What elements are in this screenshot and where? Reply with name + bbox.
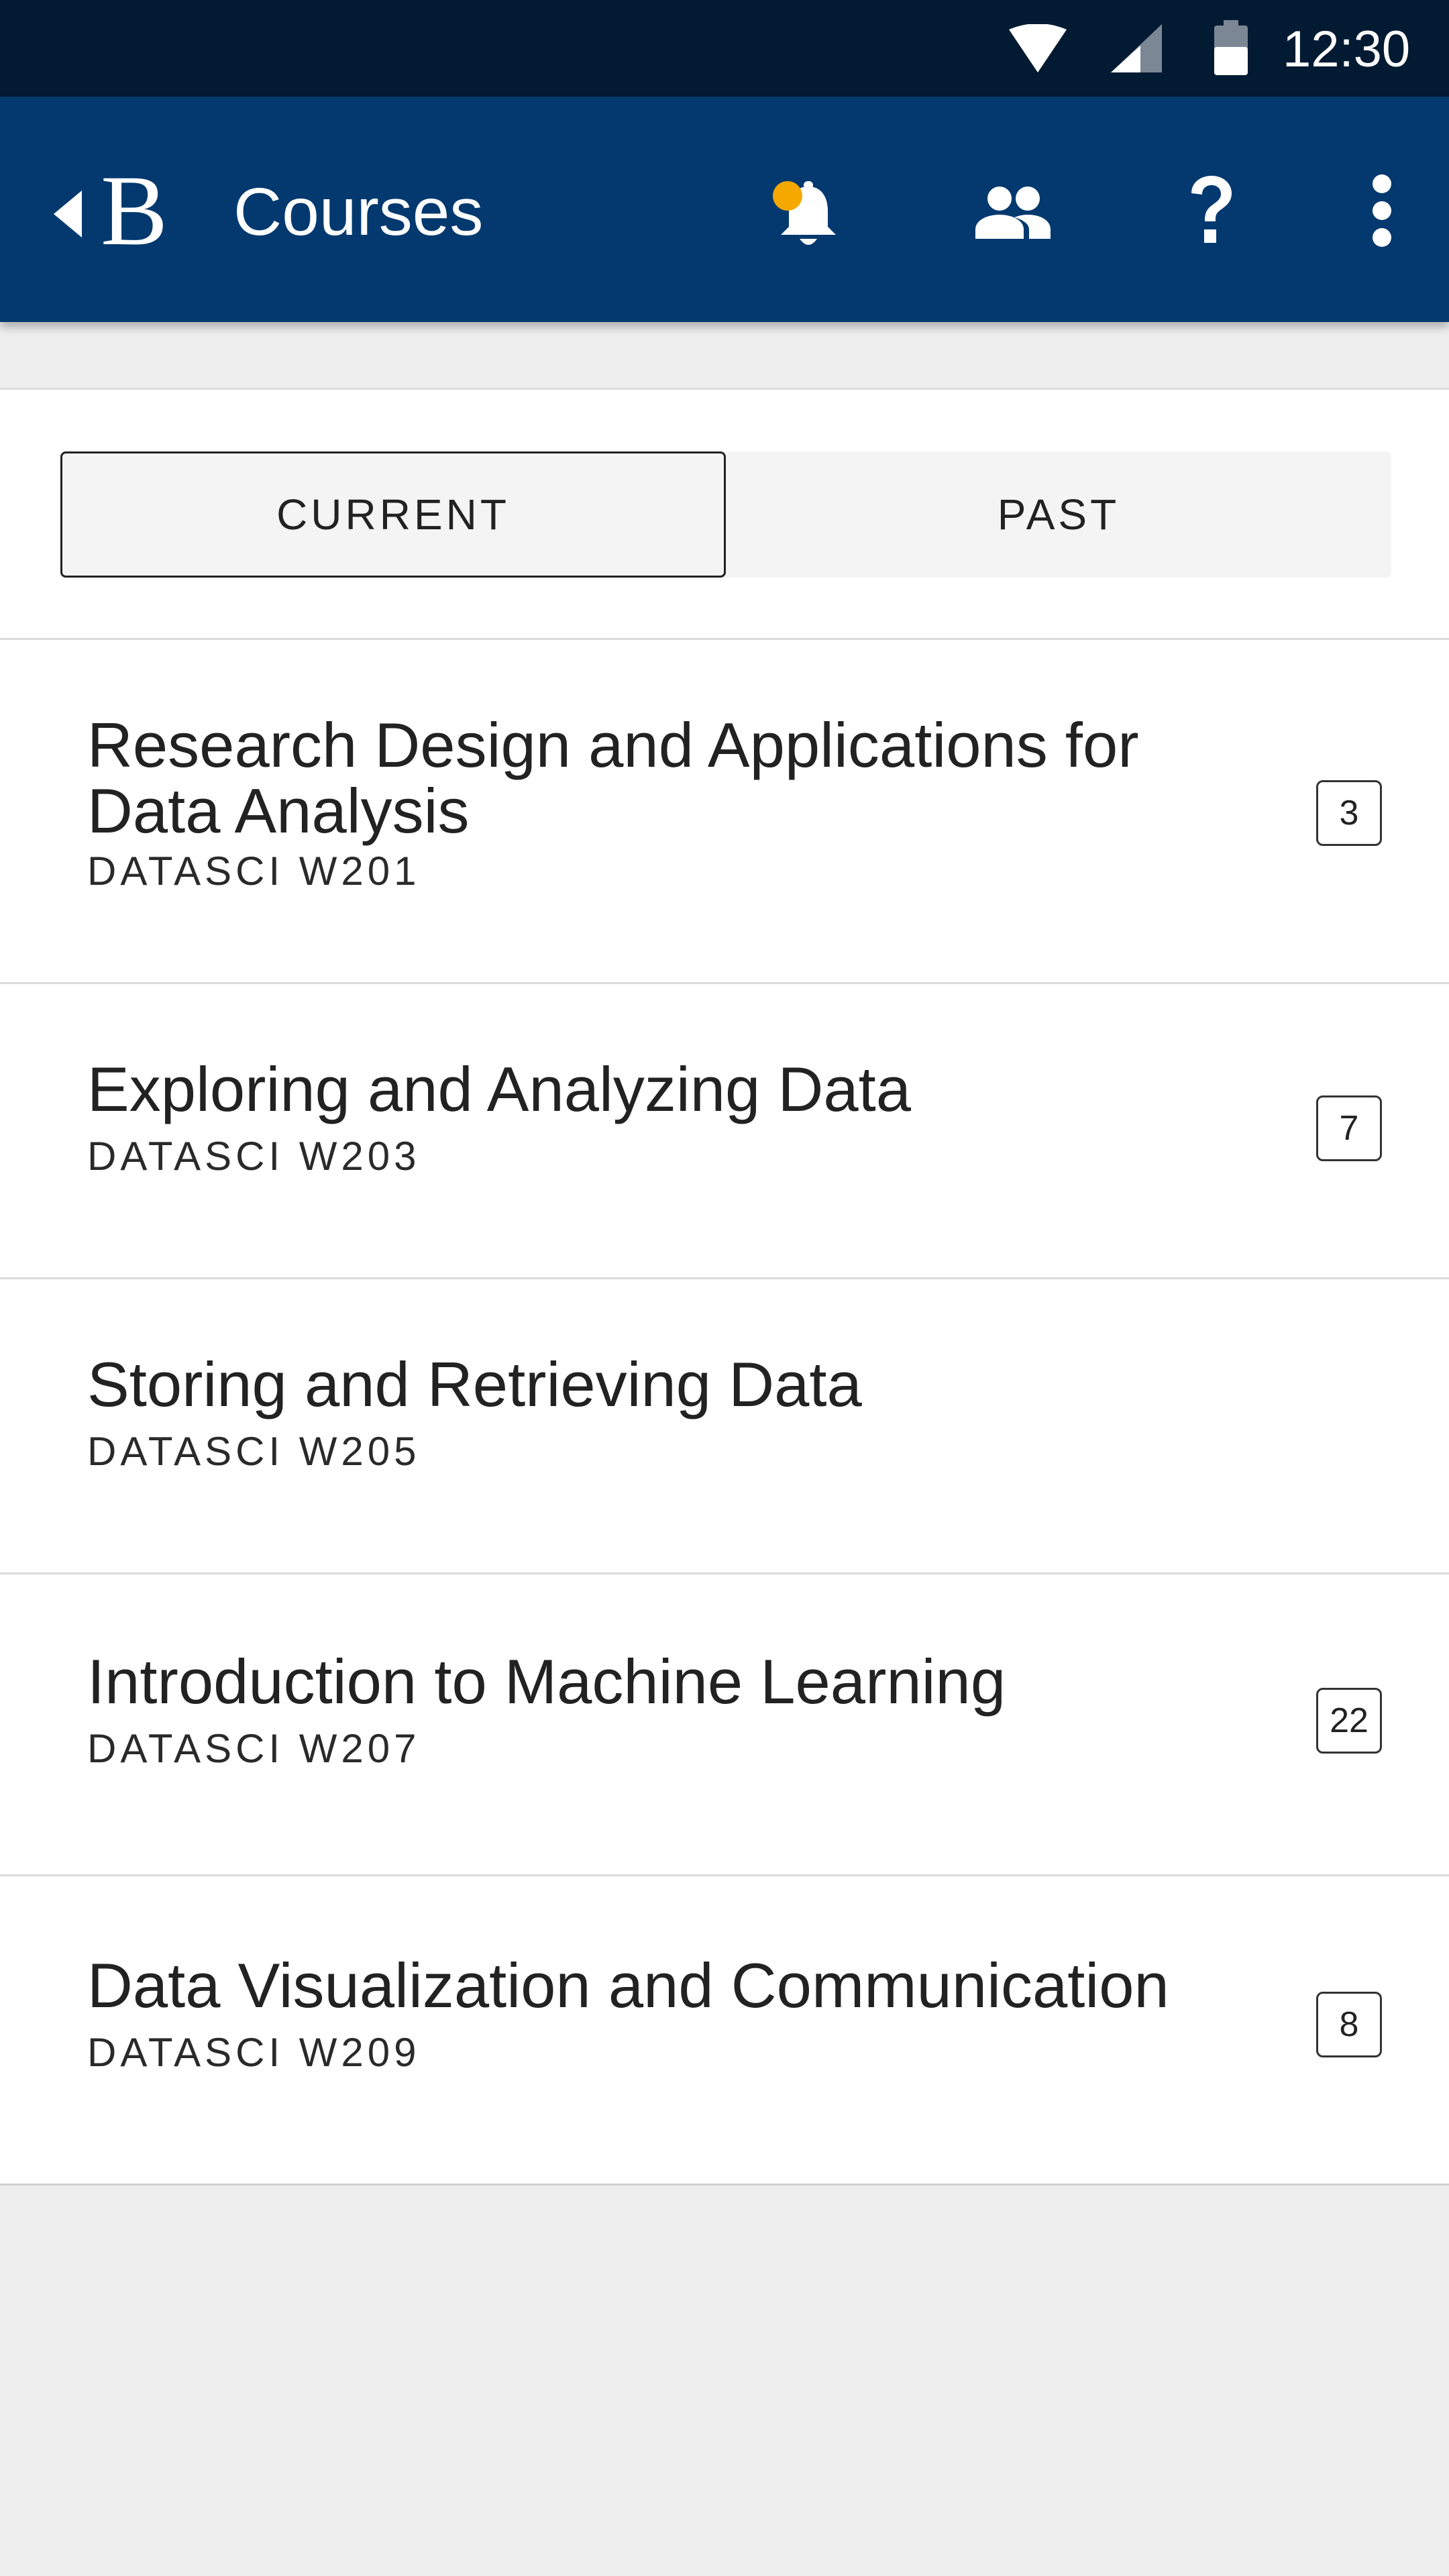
status-bar: 12:30 [0, 0, 1449, 97]
course-code: DATASCI W207 [87, 1726, 421, 1771]
course-item[interactable]: Storing and Retrieving Data DATASCI W205 [0, 1279, 1449, 1572]
status-time: 12:30 [1283, 21, 1411, 78]
course-code: DATASCI W203 [87, 1134, 421, 1179]
battery-icon [1214, 20, 1248, 75]
course-tabs: CURRENT PAST [60, 451, 1391, 578]
app-bar: B Courses [0, 97, 1449, 322]
course-item[interactable]: Data Visualization and Communication DAT… [0, 1876, 1449, 2185]
tab-past[interactable]: PAST [726, 451, 1391, 578]
notifications-button[interactable] [758, 164, 859, 258]
more-options-button[interactable] [1348, 164, 1415, 258]
back-button[interactable]: B [47, 155, 181, 266]
help-icon [1191, 176, 1232, 243]
help-button[interactable] [1167, 164, 1254, 258]
course-item[interactable]: Exploring and Analyzing Data DATASCI W20… [0, 984, 1449, 1277]
course-title: Research Design and Applications for Dat… [87, 710, 1139, 846]
count-badge: 22 [1316, 1688, 1382, 1754]
course-title: Data Visualization and Communication [87, 1950, 1169, 2021]
course-item[interactable]: Introduction to Machine Learning DATASCI… [0, 1574, 1449, 1874]
header-gap [0, 322, 1449, 389]
people-button[interactable] [959, 164, 1067, 258]
count-badge: 3 [1316, 780, 1382, 846]
count-badge: 8 [1316, 1992, 1382, 2057]
courses-card: CURRENT PAST Research Design and Applica… [0, 388, 1449, 2186]
course-code: DATASCI W201 [87, 849, 421, 894]
notifications-icon [773, 181, 836, 245]
course-title: Introduction to Machine Learning [87, 1646, 1006, 1717]
course-item[interactable]: Research Design and Applications for Dat… [0, 640, 1449, 982]
tab-current[interactable]: CURRENT [60, 451, 726, 578]
count-badge: 7 [1316, 1095, 1382, 1161]
back-arrow-icon [54, 191, 82, 237]
course-code: DATASCI W205 [87, 1429, 421, 1474]
course-title: Exploring and Analyzing Data [87, 1054, 912, 1124]
logo-letter: B [101, 155, 168, 266]
wifi-icon [1009, 24, 1067, 72]
page-title: Courses [233, 174, 484, 250]
cell-signal-icon [1111, 24, 1162, 72]
more-vert-icon [1373, 174, 1391, 247]
course-title: Storing and Retrieving Data [87, 1349, 862, 1419]
course-code: DATASCI W209 [87, 2030, 421, 2075]
people-icon [975, 186, 1051, 239]
